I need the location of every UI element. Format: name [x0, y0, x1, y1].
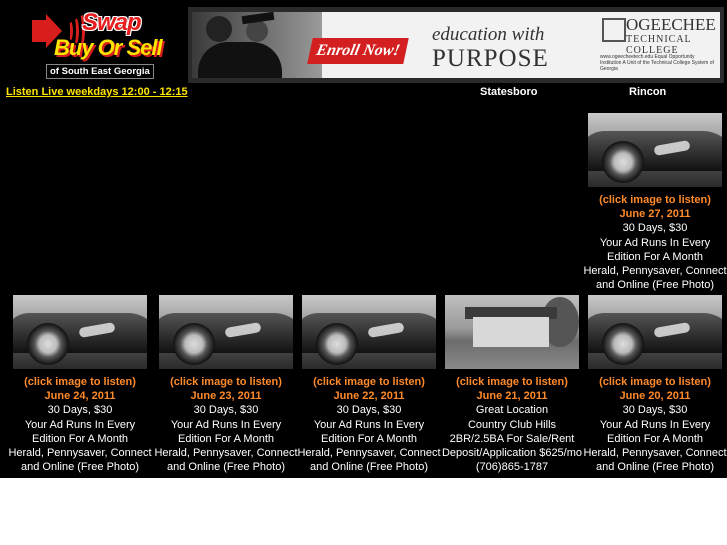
- listing-text: Herald, Pennysaver, Connect: [8, 447, 152, 460]
- listing-card: (click image to listen) June 23, 2011 30…: [153, 295, 299, 474]
- listing-date: June 21, 2011: [476, 390, 548, 403]
- listing-photo[interactable]: [159, 295, 293, 369]
- car-wheel: [173, 323, 215, 365]
- listing-card: (click image to listen) June 20, 2011 30…: [582, 295, 727, 474]
- listing-text: 30 Days, $30: [622, 222, 688, 235]
- enroll-now-badge: Enroll Now!: [307, 38, 409, 64]
- banner-fine-print: www.ogeecheetech.edu Equal Opportunity I…: [600, 54, 714, 72]
- listing-photo[interactable]: [445, 295, 579, 369]
- banner-content: Enroll Now! education with PURPOSE OGEEC…: [192, 12, 720, 78]
- rincon-label[interactable]: Rincon: [629, 86, 666, 98]
- logo-swap-text: Swap: [82, 9, 142, 36]
- listing-date: June 23, 2011: [190, 390, 262, 403]
- listing-text: Edition For A Month: [32, 432, 128, 445]
- listen-live-link[interactable]: Listen Live weekdays 12:00 - 12:15: [6, 86, 188, 98]
- college-subtitle: TECHNICAL COLLEGE: [626, 34, 692, 56]
- statesboro-label[interactable]: Statesboro: [480, 86, 537, 98]
- listing-date: June 24, 2011: [44, 390, 116, 403]
- listing-card: (click image to listen) June 22, 2011 30…: [296, 295, 442, 474]
- click-to-listen-link[interactable]: (click image to listen): [7, 375, 153, 389]
- listing-text: Herald, Pennysaver, Connect: [154, 447, 298, 460]
- car-wheel: [602, 141, 644, 183]
- listing-text: and Online (Free Photo): [595, 461, 714, 474]
- listing-text: Edition For A Month: [607, 250, 703, 263]
- listing-text: Herald, Pennysaver, Connect: [297, 447, 441, 460]
- listing-photo[interactable]: [13, 295, 147, 369]
- listing-text: and Online (Free Photo): [309, 461, 428, 474]
- listing-text: Your Ad Runs In Every: [599, 418, 711, 431]
- ogeechee-banner-ad[interactable]: Enroll Now! education with PURPOSE OGEEC…: [188, 7, 724, 83]
- listing-text: 30 Days, $30: [622, 404, 688, 417]
- graduate-head: [246, 20, 268, 42]
- listing-text: 30 Days, $30: [336, 404, 402, 417]
- car-wheel: [316, 323, 358, 365]
- education-with-text: education with: [432, 24, 545, 45]
- listing-text: 30 Days, $30: [47, 404, 113, 417]
- listing-date: June 27, 2011: [619, 208, 691, 221]
- purpose-text: PURPOSE: [432, 45, 549, 72]
- house-wall: [473, 317, 549, 347]
- listing-text: Deposit/Application $625/mo: [441, 447, 583, 460]
- listing-text: Country Club Hills: [467, 418, 557, 431]
- listing-card: (click image to listen) June 21, 2011 Gr…: [439, 295, 585, 474]
- logo-buy-or-sell-text: Buy Or Sell: [54, 35, 163, 60]
- listing-text: Your Ad Runs In Every: [24, 418, 136, 431]
- click-to-listen-link[interactable]: (click image to listen): [153, 375, 299, 389]
- listing-text: 2BR/2.5BA For Sale/Rent: [449, 432, 575, 445]
- listing-text: and Online (Free Photo): [20, 461, 139, 474]
- listing-text: Edition For A Month: [607, 432, 703, 445]
- listing-text: Edition For A Month: [178, 432, 274, 445]
- click-to-listen-link[interactable]: (click image to listen): [582, 193, 727, 207]
- listing-text: Edition For A Month: [321, 432, 417, 445]
- listing-text: and Online (Free Photo): [595, 279, 714, 292]
- listing-text: Herald, Pennysaver, Connect: [583, 447, 727, 460]
- click-to-listen-link[interactable]: (click image to listen): [296, 375, 442, 389]
- college-logo-icon: [602, 18, 626, 42]
- listing-card: (click image to listen) June 24, 2011 30…: [7, 295, 153, 474]
- listing-photo[interactable]: [302, 295, 436, 369]
- listing-date: June 20, 2011: [619, 390, 691, 403]
- listing-text: Your Ad Runs In Every: [313, 418, 425, 431]
- logo-region-text: of South East Georgia: [46, 64, 154, 79]
- click-to-listen-link[interactable]: (click image to listen): [439, 375, 585, 389]
- listing-text: and Online (Free Photo): [166, 461, 285, 474]
- listing-text: Your Ad Runs In Every: [599, 236, 711, 249]
- site-logo[interactable]: Swap Buy Or Sell of South East Georgia: [28, 9, 163, 80]
- listing-card: (click image to listen) June 27, 2011 30…: [582, 113, 727, 292]
- car-wheel: [27, 323, 69, 365]
- car-wheel: [602, 323, 644, 365]
- graduates-photo: [198, 42, 282, 78]
- listing-text: Herald, Pennysaver, Connect: [583, 265, 727, 278]
- click-to-listen-link[interactable]: (click image to listen): [582, 375, 727, 389]
- listing-text: Great Location: [475, 404, 549, 417]
- college-name: OGEECHEE: [626, 15, 716, 34]
- listing-text: 30 Days, $30: [193, 404, 259, 417]
- listing-text: Your Ad Runs In Every: [170, 418, 282, 431]
- graduate-head: [206, 16, 232, 42]
- listing-photo[interactable]: [588, 113, 722, 187]
- listing-date: June 22, 2011: [333, 390, 405, 403]
- listing-text: (706)865-1787: [475, 461, 549, 474]
- speaker-icon: [32, 20, 46, 42]
- listing-photo[interactable]: [588, 295, 722, 369]
